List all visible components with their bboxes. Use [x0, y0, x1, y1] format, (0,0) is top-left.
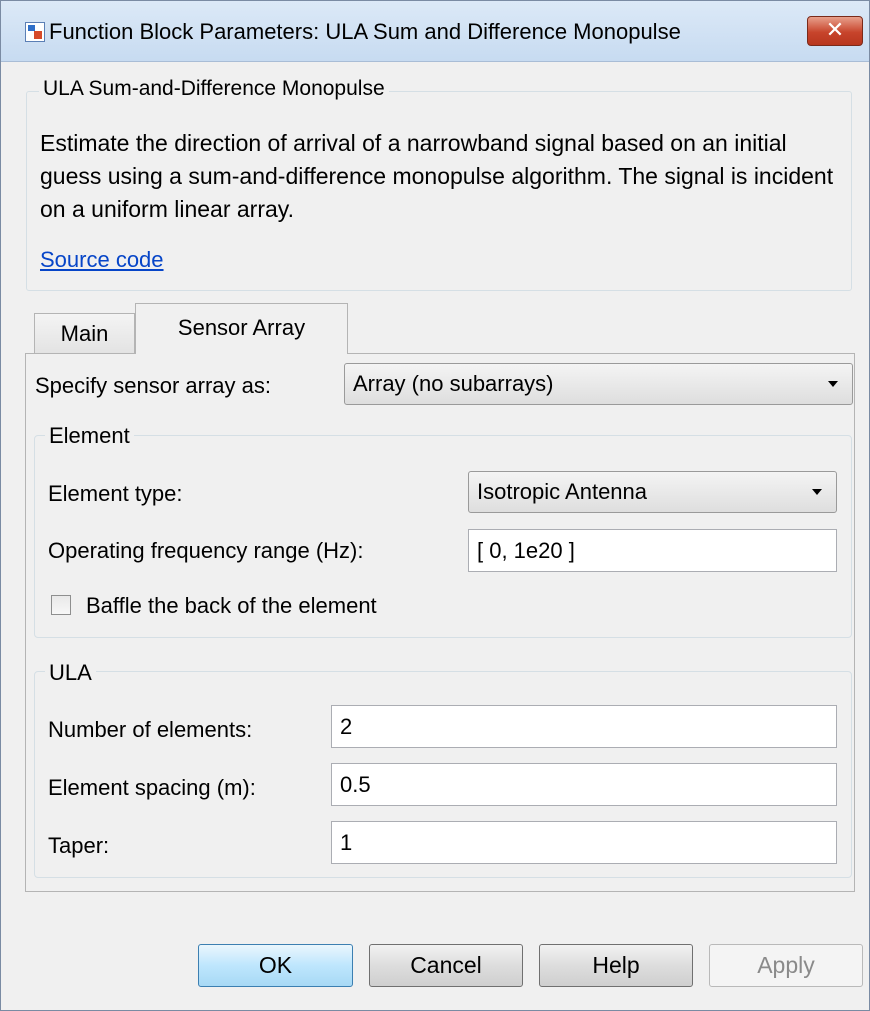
operating-frequency-input[interactable] [468, 529, 837, 572]
cancel-button[interactable]: Cancel [369, 944, 523, 987]
tab-main[interactable]: Main [34, 313, 135, 353]
title-bar[interactable]: Function Block Parameters: ULA Sum and D… [1, 1, 869, 62]
chevron-down-icon [828, 381, 838, 387]
baffle-label: Baffle the back of the element [86, 593, 377, 618]
source-code-link[interactable]: Source code [40, 247, 164, 273]
element-type-label: Element type: [48, 481, 183, 506]
taper-input[interactable] [331, 821, 837, 864]
element-type-value: Isotropic Antenna [477, 479, 648, 504]
chevron-down-icon [812, 489, 822, 495]
help-button[interactable]: Help [539, 944, 693, 987]
operating-frequency-label: Operating frequency range (Hz): [48, 538, 364, 563]
apply-button[interactable]: Apply [709, 944, 863, 987]
description-group-title: ULA Sum-and-Difference Monopulse [39, 77, 389, 101]
tab-sensor-array[interactable]: Sensor Array [135, 303, 348, 354]
block-description: Estimate the direction of arrival of a n… [40, 130, 834, 222]
window-title: Function Block Parameters: ULA Sum and D… [49, 19, 681, 44]
baffle-checkbox[interactable] [51, 595, 71, 615]
dialog-window: Function Block Parameters: ULA Sum and D… [0, 0, 870, 1011]
close-button[interactable]: ✕ [807, 16, 863, 46]
element-spacing-input[interactable] [331, 763, 837, 806]
element-type-dropdown[interactable]: Isotropic Antenna [468, 471, 837, 513]
specify-sensor-array-label: Specify sensor array as: [35, 373, 271, 398]
specify-sensor-array-dropdown[interactable]: Array (no subarrays) [344, 363, 853, 405]
simulink-block-icon [25, 22, 45, 42]
number-of-elements-label: Number of elements: [48, 717, 253, 742]
ok-button[interactable]: OK [198, 944, 353, 987]
number-of-elements-input[interactable] [331, 705, 837, 748]
taper-label: Taper: [48, 833, 110, 858]
ula-group-title: ULA [45, 660, 96, 686]
element-spacing-label: Element spacing (m): [48, 775, 256, 800]
element-group-title: Element [45, 423, 134, 449]
specify-sensor-array-value: Array (no subarrays) [353, 371, 554, 396]
